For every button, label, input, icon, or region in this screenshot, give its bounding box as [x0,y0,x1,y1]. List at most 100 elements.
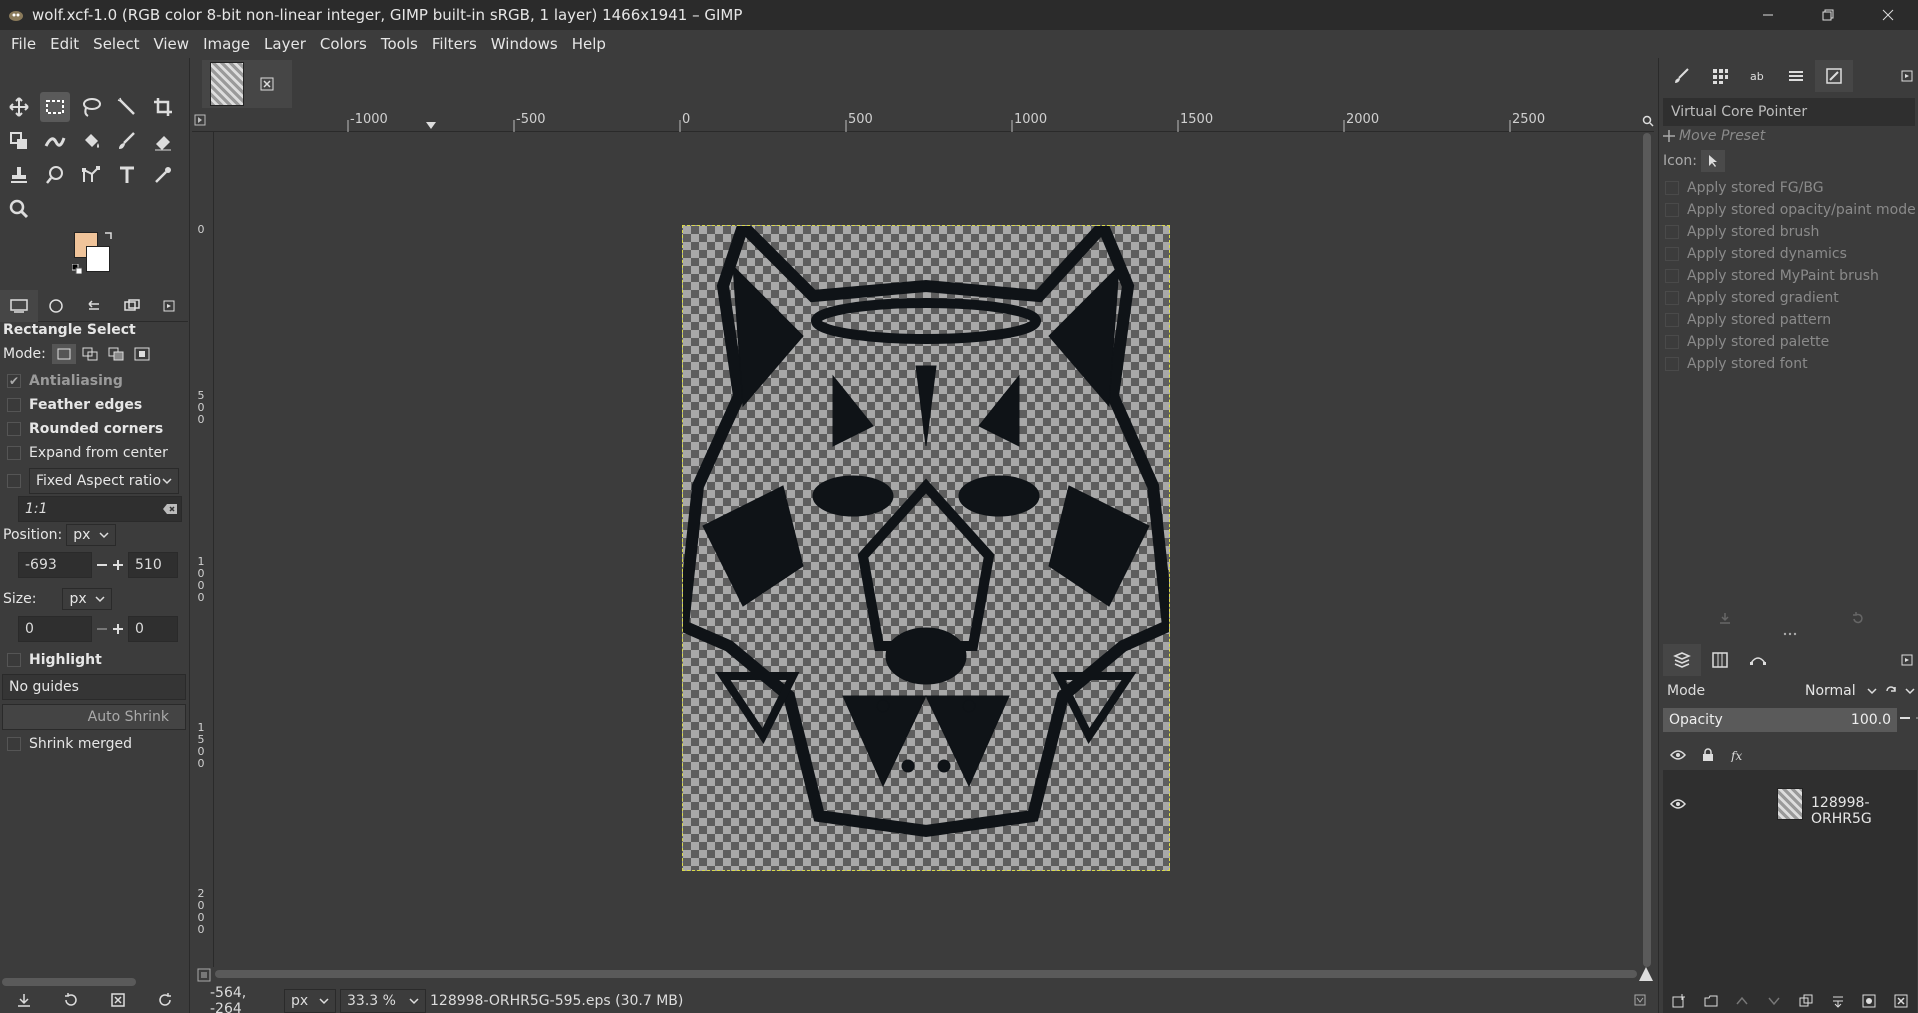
paintbrush-tool-icon[interactable] [112,126,142,156]
merge-layer-icon[interactable] [1831,994,1845,1008]
dock-separator-handle-icon[interactable] [1783,632,1797,636]
unit-dropdown[interactable]: px [284,988,336,1013]
images-tab-icon[interactable] [113,290,151,322]
lower-layer-icon[interactable] [1767,994,1781,1008]
menu-windows[interactable]: Windows [484,30,565,58]
aspect-value-field[interactable]: 1:1 [18,496,182,522]
menu-select[interactable]: Select [86,30,146,58]
save-options-icon[interactable] [16,992,32,1008]
apply-checkbox[interactable] [1665,357,1679,371]
apply-option[interactable]: Apply stored gradient [1663,290,1839,306]
position-unit-dropdown[interactable]: px [66,524,117,546]
size-height-field[interactable]: 0 [128,616,178,642]
bucket-fill-tool-icon[interactable] [76,126,106,156]
image-layer-area[interactable] [682,225,1170,871]
opacity-slider[interactable]: Opacity 100.0 [1663,708,1897,732]
zoom-tool-icon[interactable] [4,194,34,224]
move-preset-row[interactable]: Move Preset [1663,128,1765,144]
horizontal-ruler[interactable]: -1000 -500 0 500 1000 1500 2000 2500 [192,110,1654,132]
apply-option[interactable]: Apply stored FG/BG [1663,180,1824,196]
smudge-tool-icon[interactable] [40,160,70,190]
menu-image[interactable]: Image [196,30,257,58]
brushes-tab-icon[interactable] [1663,60,1701,92]
apply-option[interactable]: Apply stored dynamics [1663,246,1847,262]
channels-tab-icon[interactable] [1701,644,1739,676]
menu-layer[interactable]: Layer [257,30,313,58]
layer-name[interactable]: 128998-ORHR5G [1811,795,1917,827]
lasso-tool-icon[interactable] [76,92,106,122]
layer-row[interactable]: 128998-ORHR5G [1663,786,1917,827]
mode-replace-icon[interactable] [51,344,76,364]
restore-button[interactable] [1798,0,1858,30]
minimize-button[interactable] [1738,0,1798,30]
apply-checkbox[interactable] [1665,225,1679,239]
color-well[interactable] [70,232,126,282]
save-device-icon[interactable] [1719,612,1731,624]
layer-mask-icon[interactable] [1862,994,1876,1008]
apply-option[interactable]: Apply stored palette [1663,334,1829,350]
menu-edit[interactable]: Edit [43,30,86,58]
expand-from-center-option[interactable]: Expand from center [3,445,168,461]
fixed-aspect-checkbox[interactable] [7,474,21,488]
document-history-tab-icon[interactable] [1777,60,1815,92]
feather-edges-checkbox[interactable] [7,398,21,412]
horizontal-scrollbar[interactable] [215,968,1640,980]
device-status-tab-icon[interactable] [1815,60,1853,92]
position-x-field[interactable]: -693 [18,552,92,578]
background-color-swatch[interactable] [86,246,110,272]
rounded-corners-checkbox[interactable] [7,422,21,436]
size-width-field[interactable]: 0 [18,616,92,642]
menu-filters[interactable]: Filters [425,30,484,58]
paths-tab-icon[interactable] [1739,644,1777,676]
apply-checkbox[interactable] [1665,313,1679,327]
paths-tool-icon[interactable] [76,160,106,190]
warp-transform-tool-icon[interactable] [40,126,70,156]
antialiasing-checkbox[interactable]: ✔ [7,374,21,388]
configure-tab-icon[interactable] [150,290,188,322]
lock-header-icon[interactable] [1693,748,1723,762]
clone-tool-icon[interactable] [4,160,34,190]
swap-colors-icon[interactable] [104,230,114,240]
toolbox-scrollbar[interactable] [2,978,136,986]
minus-icon[interactable] [96,623,108,635]
shrink-merged-option[interactable]: Shrink merged [3,736,132,752]
reset-device-icon[interactable] [1851,612,1865,626]
fixed-aspect-dropdown[interactable]: Fixed Aspect ratio [29,468,179,494]
image-tab[interactable] [202,60,292,108]
configure-tab-icon[interactable] [1897,60,1917,92]
quick-mask-icon[interactable] [197,968,211,982]
minus-icon[interactable] [1899,712,1911,724]
status-menu-icon[interactable] [1634,994,1646,1006]
apply-checkbox[interactable] [1665,269,1679,283]
zoom-navigate-icon[interactable] [1642,115,1654,127]
position-y-field[interactable]: 510 [128,552,178,578]
eye-icon[interactable] [1663,798,1693,810]
eraser-tool-icon[interactable] [148,126,178,156]
device-status-tab-icon[interactable] [38,290,76,322]
effects-header-icon[interactable]: fx [1723,748,1753,762]
shrink-merged-checkbox[interactable] [7,737,21,751]
crop-tool-icon[interactable] [148,92,178,122]
zoom-dropdown[interactable]: 33.3 % [340,988,426,1013]
guides-dropdown[interactable]: No guides [2,674,186,700]
layers-tab-icon[interactable] [1663,644,1701,676]
visibility-header-icon[interactable] [1663,749,1693,761]
undo-history-tab-icon[interactable] [75,290,113,322]
menu-tools[interactable]: Tools [374,30,425,58]
plus-icon[interactable] [112,559,124,571]
close-button[interactable] [1858,0,1918,30]
apply-checkbox[interactable] [1665,291,1679,305]
raise-layer-icon[interactable] [1735,994,1749,1008]
clear-field-icon[interactable] [163,504,177,514]
default-colors-icon[interactable] [72,264,82,274]
size-unit-dropdown[interactable]: px [62,588,113,610]
menu-colors[interactable]: Colors [313,30,374,58]
feather-edges-option[interactable]: Feather edges [3,397,142,413]
move-tool-icon[interactable] [4,92,34,122]
unified-transform-tool-icon[interactable] [4,126,34,156]
rounded-corners-option[interactable]: Rounded corners [3,421,163,437]
highlight-option[interactable]: Highlight [3,652,102,668]
restore-options-icon[interactable] [63,992,79,1008]
apply-option[interactable]: Apply stored brush [1663,224,1819,240]
color-picker-tool-icon[interactable] [148,160,178,190]
